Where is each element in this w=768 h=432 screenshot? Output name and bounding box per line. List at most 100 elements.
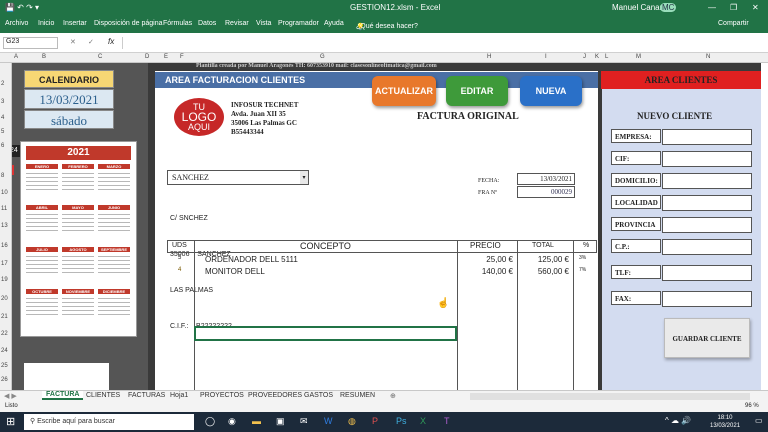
tab-hoja1[interactable]: Hoja1 (170, 392, 188, 399)
row-header[interactable]: 25 (1, 363, 8, 369)
tab-datos[interactable]: Datos (198, 20, 216, 27)
tab-factura[interactable]: FACTURA (42, 391, 84, 400)
row-header[interactable]: 4 (1, 115, 4, 121)
powerpoint-icon[interactable]: P (372, 416, 378, 426)
chrome-icon[interactable]: ◍ (348, 416, 356, 427)
col-header[interactable]: I (545, 54, 547, 60)
row-header[interactable]: 8 (1, 173, 4, 179)
tab-proyectos[interactable]: PROYECTOS (200, 392, 244, 399)
col-header[interactable]: M (636, 54, 641, 60)
name-box[interactable]: G23 (3, 37, 58, 49)
row-header[interactable]: 6 (1, 143, 4, 149)
tab-resumen[interactable]: RESUMEN (340, 392, 375, 399)
update-button[interactable]: ACTUALIZAR (372, 76, 436, 106)
row-header[interactable]: 20 (1, 296, 8, 302)
col-header[interactable]: E (164, 54, 168, 60)
fx-icon[interactable]: fx (108, 37, 114, 46)
col-header[interactable]: H (487, 54, 491, 60)
col-header[interactable]: K (595, 54, 599, 60)
zoom-level[interactable]: 96 % (745, 403, 759, 409)
tab-vista[interactable]: Vista (256, 20, 271, 27)
client-select[interactable]: SANCHEZ ▾ (167, 170, 309, 185)
notes-cell[interactable] (24, 363, 109, 390)
col-header[interactable]: C (98, 54, 102, 60)
word-icon[interactable]: W (324, 416, 333, 426)
row-header[interactable]: 19 (1, 277, 8, 283)
col-header[interactable]: J (583, 54, 586, 60)
task-view-icon[interactable]: ◯ (205, 416, 215, 427)
photoshop-icon[interactable]: Ps (396, 416, 407, 426)
col-header[interactable]: F (180, 54, 184, 60)
excel-icon[interactable]: X (420, 416, 426, 426)
table-row[interactable]: 5 ORDENADOR DELL 5111 25,00 € 125,00 € 3… (167, 255, 597, 267)
tlf-field[interactable] (662, 265, 752, 281)
tab-disposicion[interactable]: Disposición de página (94, 20, 163, 27)
taskbar-search[interactable]: ⚲ Escribe aquí para buscar (24, 414, 194, 430)
domicilio-field[interactable] (662, 173, 752, 189)
tab-gastos[interactable]: GASTOS (304, 392, 333, 399)
row-header[interactable]: 13 (1, 223, 8, 229)
row-header[interactable]: 2 (1, 81, 4, 87)
tab-archivo[interactable]: Archivo (5, 20, 28, 27)
edge-icon[interactable]: ◉ (228, 416, 236, 427)
table-row[interactable]: 4 MONITOR DELL 140,00 € 560,00 € 7% (167, 267, 597, 279)
close-icon[interactable]: ✕ (752, 3, 759, 12)
edit-button[interactable]: EDITAR (446, 76, 508, 106)
maximize-icon[interactable]: ❐ (730, 3, 737, 12)
provincia-field[interactable] (662, 217, 752, 233)
cancel-icon[interactable]: ✕ (70, 38, 76, 46)
tab-formulas[interactable]: Fórmulas (163, 20, 192, 27)
enter-icon[interactable]: ✓ (88, 38, 94, 46)
row-header[interactable]: 3 (1, 99, 4, 105)
horizontal-scrollbar[interactable] (470, 393, 750, 400)
row-header[interactable]: 11 (1, 206, 7, 212)
chevron-down-icon[interactable]: ▾ (300, 171, 308, 184)
col-header[interactable]: D (145, 54, 149, 60)
notification-icon[interactable]: ▭ (755, 416, 763, 425)
localidad-field[interactable] (662, 195, 752, 211)
row-header[interactable]: 16 (1, 243, 8, 249)
system-tray-icons[interactable]: ^ ☁ 🔊 (665, 416, 691, 425)
save-client-button[interactable]: GUARDAR CLIENTE (664, 318, 750, 358)
row-header[interactable]: 24 (1, 348, 8, 354)
empresa-field[interactable] (662, 129, 752, 145)
stop-icon[interactable] (12, 165, 14, 175)
row-header[interactable]: 10 (1, 190, 8, 196)
tab-facturas[interactable]: FACTURAS (128, 392, 165, 399)
worksheet[interactable]: CALENDARIO 13/03/2021 sábado 3:24 2021 E… (12, 63, 761, 390)
store-icon[interactable]: ▣ (276, 416, 285, 427)
windows-icon[interactable]: ⊞ (6, 415, 15, 428)
row-header[interactable]: 17 (1, 261, 8, 267)
row-header[interactable]: 22 (1, 331, 8, 337)
fax-field[interactable] (662, 291, 752, 307)
formula-input[interactable] (122, 37, 762, 49)
scroll-left-icon[interactable]: ◀ ▶ (4, 392, 17, 400)
tab-insertar[interactable]: Insertar (63, 20, 87, 27)
col-header[interactable]: N (706, 54, 710, 60)
avatar[interactable]: MC (660, 3, 677, 12)
clock[interactable]: 18:10 13/03/2021 (710, 414, 740, 430)
tab-programador[interactable]: Programador (278, 20, 319, 27)
autosave-icon[interactable]: 💾 ↶ ↷ ▾ (5, 3, 39, 12)
col-header[interactable]: G (320, 54, 325, 60)
invoice-number[interactable]: 000029 (517, 186, 575, 198)
share-button[interactable]: Compartir (718, 20, 749, 27)
mail-icon[interactable]: ✉ (300, 416, 308, 427)
cif-field[interactable] (662, 151, 752, 167)
row-header[interactable]: 21 (1, 314, 8, 320)
row-header[interactable]: 5 (1, 129, 4, 135)
tab-clientes[interactable]: CLIENTES (86, 392, 120, 399)
col-header[interactable]: B (42, 54, 46, 60)
teams-icon[interactable]: T (444, 416, 450, 426)
tab-revisar[interactable]: Revisar (225, 20, 249, 27)
row-header[interactable]: 26 (1, 377, 8, 383)
add-sheet-icon[interactable]: ⊕ (390, 392, 396, 400)
cp-field[interactable] (662, 239, 752, 255)
col-header[interactable]: A (14, 54, 18, 60)
tab-ayuda[interactable]: Ayuda (324, 20, 344, 27)
minimize-icon[interactable]: — (708, 3, 716, 12)
tab-inicio[interactable]: Inicio (38, 20, 54, 27)
folder-icon[interactable]: ▬ (252, 416, 261, 426)
new-button[interactable]: NUEVA (520, 76, 582, 106)
tab-proveedores[interactable]: PROVEEDORES (248, 392, 302, 399)
